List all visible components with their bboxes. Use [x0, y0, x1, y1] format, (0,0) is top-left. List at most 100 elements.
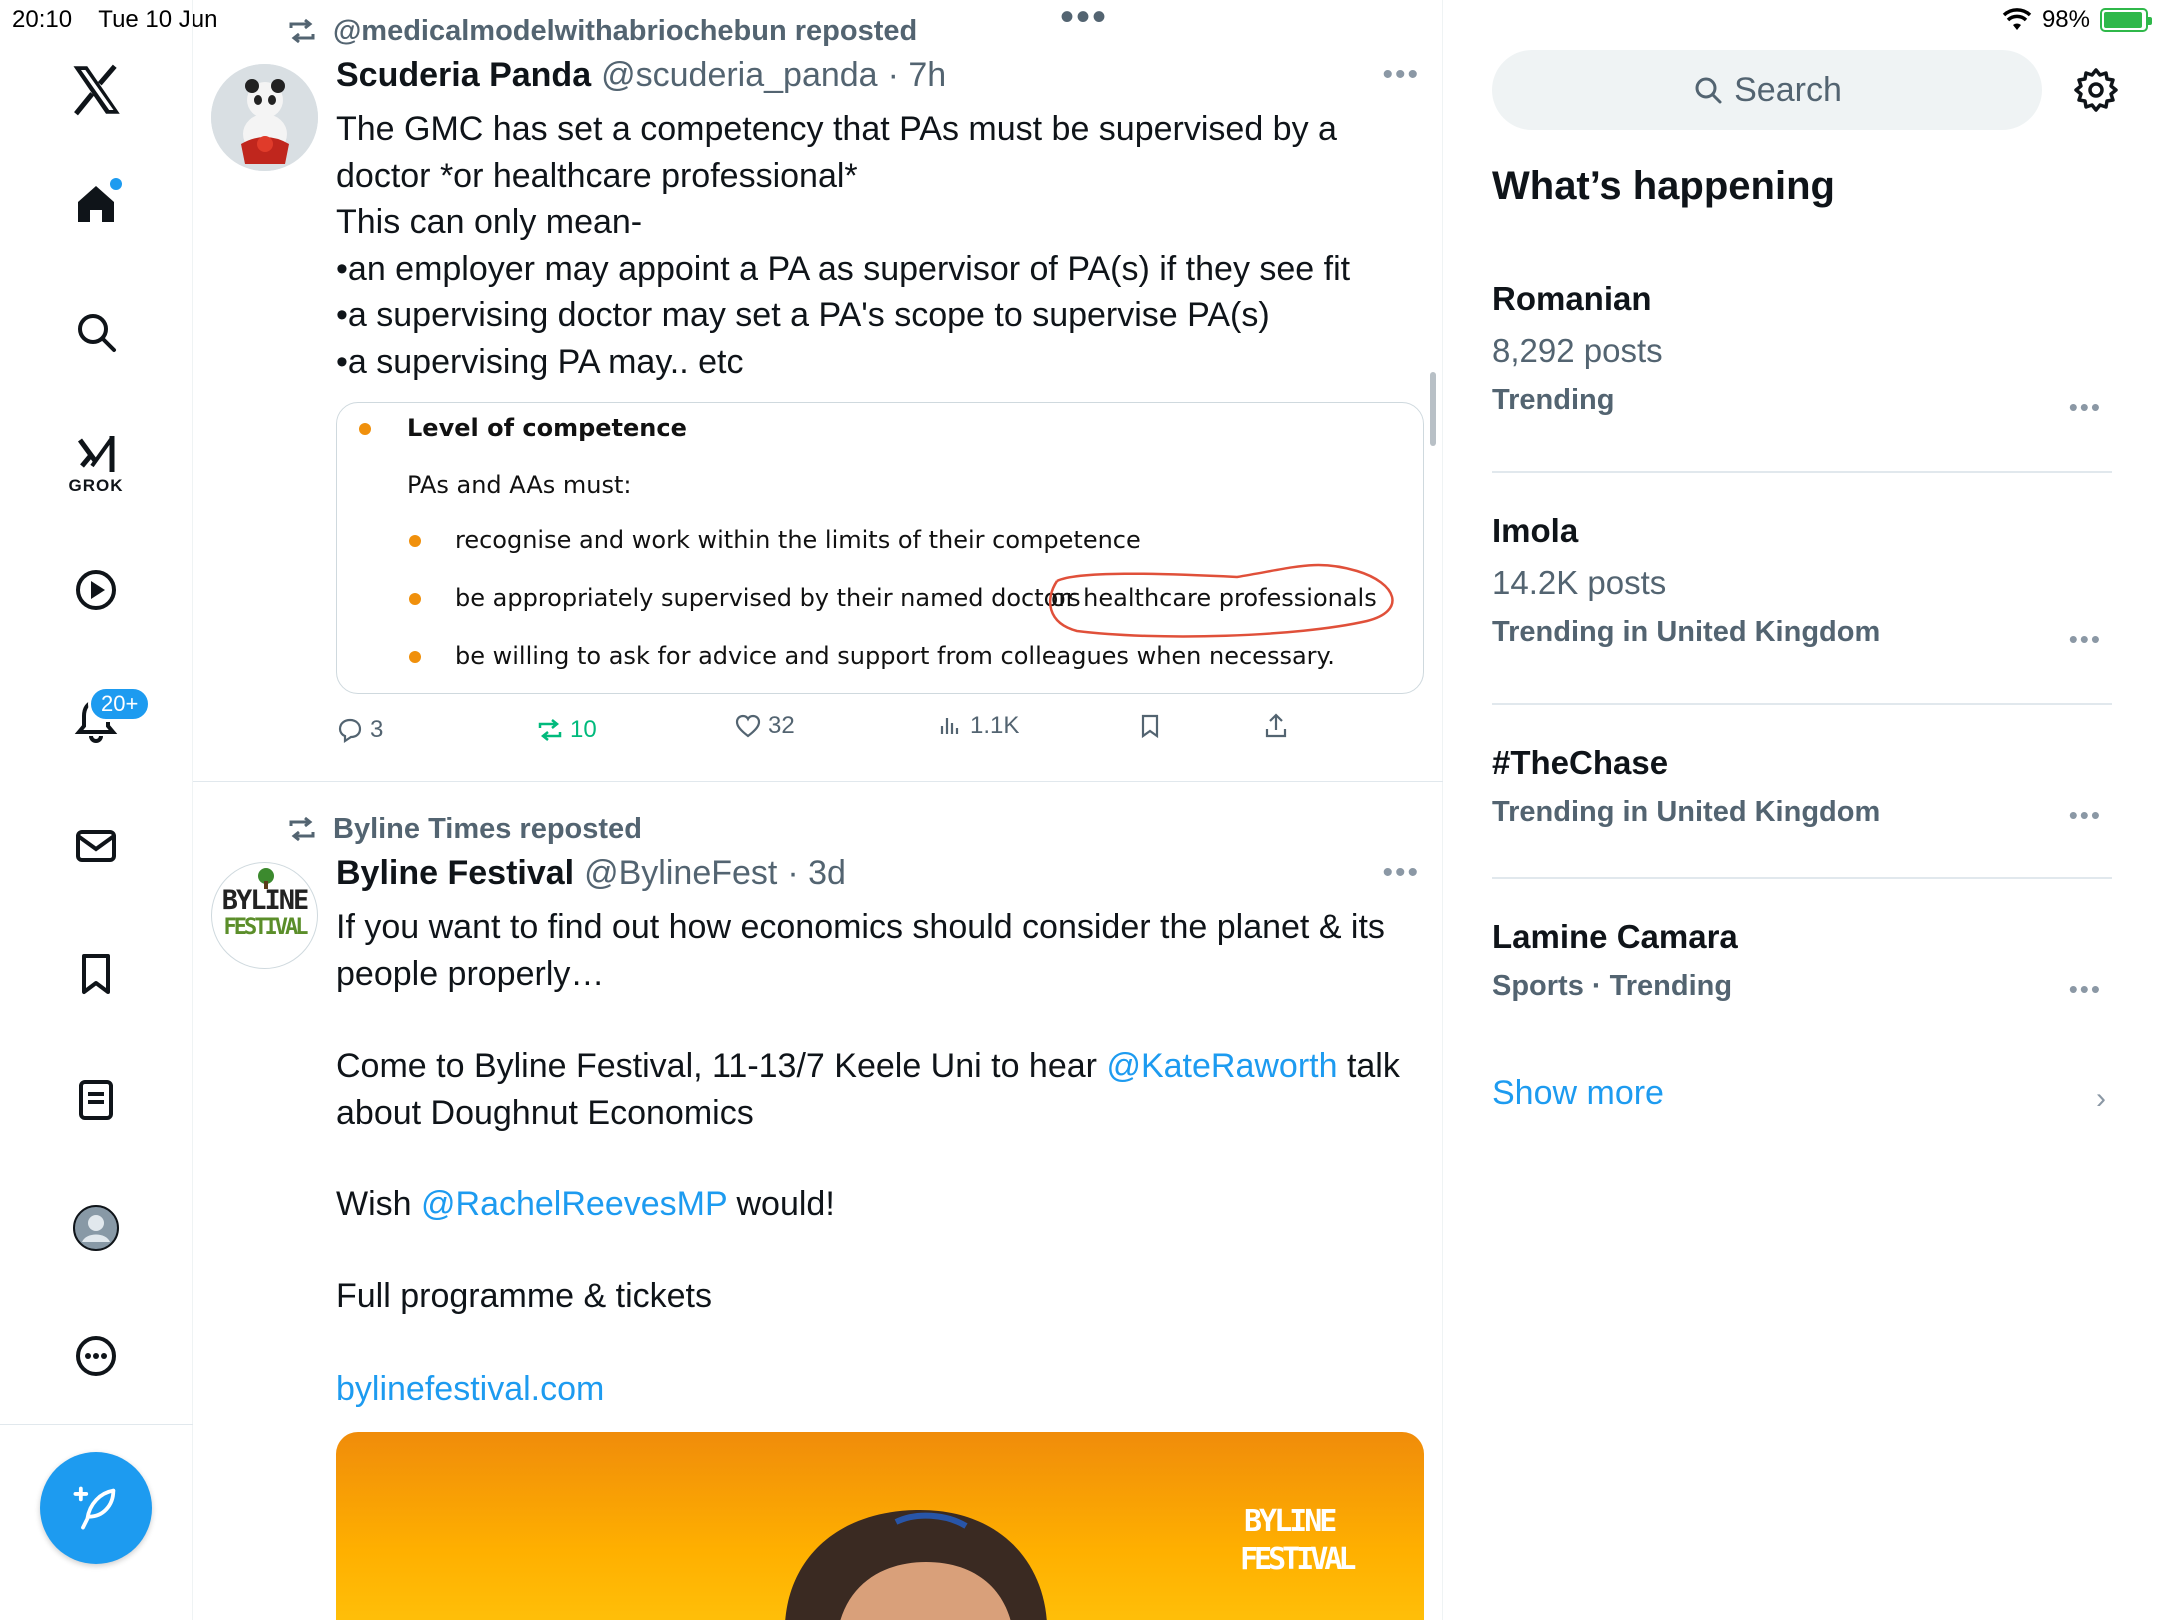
- list-icon: [79, 1080, 113, 1120]
- doc-bullet: [409, 535, 421, 547]
- trend-divider: [1492, 877, 2112, 879]
- settings-gear-icon[interactable]: [2072, 66, 2120, 114]
- search-input[interactable]: Search: [1492, 50, 2042, 130]
- chevron-right-icon[interactable]: ›: [2096, 1082, 2106, 1116]
- doc-bullet: [359, 423, 371, 435]
- trend-more-icon[interactable]: •••: [2069, 624, 2102, 655]
- red-circle-annotation: [1048, 563, 1394, 638]
- show-more-link[interactable]: Show more: [1492, 1074, 1664, 1113]
- trend-count: 14.2K posts: [1492, 564, 1667, 601]
- avatar-byline-text: BYLINE: [221, 885, 310, 916]
- trend-item[interactable]: Imola 14.2K posts Trending in United Kin…: [1492, 512, 2112, 654]
- more-circle-icon: [76, 1336, 116, 1376]
- panda-avatar-icon: [211, 64, 318, 171]
- search-placeholder: Search: [1734, 70, 1842, 109]
- repost-icon: [289, 816, 315, 842]
- nav-bookmarks[interactable]: [66, 944, 126, 1004]
- reply-count: 3: [370, 716, 384, 743]
- feather-plus-icon: [73, 1486, 116, 1530]
- grok-label: GROK: [68, 476, 124, 495]
- author-name[interactable]: Byline Festival: [336, 854, 574, 893]
- doc-intro: PAs and AAs must:: [407, 471, 632, 499]
- more-options-icon[interactable]: •••: [1382, 58, 1420, 92]
- nav-more[interactable]: [66, 1326, 126, 1386]
- image-logo-festival: FESTIVAL: [1240, 1542, 1356, 1577]
- doc-bullet: [409, 593, 421, 605]
- author-name[interactable]: Scuderia Panda: [336, 56, 591, 95]
- trend-count: 8,292 posts: [1492, 332, 1663, 369]
- tweet-header: Scuderia Panda @scuderia_panda · 7h: [336, 56, 946, 95]
- doc-bullet-text: be appropriately supervised by their nam…: [455, 584, 1081, 612]
- repost-icon: [289, 18, 315, 44]
- repost-button[interactable]: 10: [536, 716, 597, 744]
- trend-item[interactable]: Lamine Camara Sports · Trending •••: [1492, 918, 2112, 1005]
- repost-context: @medicalmodelwithabriochebun reposted: [285, 14, 917, 48]
- text-segment: Wish: [336, 1185, 421, 1223]
- grok-icon: [77, 436, 115, 472]
- sidebar-divider: [0, 1424, 193, 1425]
- compose-button[interactable]: [40, 1452, 152, 1564]
- search-icon: [78, 314, 116, 352]
- reply-button[interactable]: 3: [336, 716, 383, 744]
- trend-more-icon[interactable]: •••: [2069, 392, 2102, 423]
- repost-by-label: @medicalmodelwithabriochebun reposted: [333, 14, 918, 47]
- timeline: @medicalmodelwithabriochebun reposted Sc…: [193, 0, 1443, 1620]
- like-count: 32: [768, 712, 795, 739]
- tweet-time[interactable]: · 3d: [787, 854, 846, 893]
- speaker-photo-icon: [785, 1509, 1047, 1620]
- doc-heading: Level of competence: [407, 414, 687, 442]
- mail-icon: [76, 830, 116, 862]
- tweet-divider: [193, 781, 1443, 782]
- tweet-text-festival: Come to Byline Festival, 11-13/7 Keele U…: [336, 1043, 1406, 1136]
- bookmark-button[interactable]: [1136, 712, 1164, 740]
- trend-context: Sports · Trending: [1492, 970, 1733, 1002]
- text-segment: Come to Byline Festival, 11-13/7 Keele U…: [336, 1047, 1107, 1085]
- repost-count: 10: [570, 716, 597, 743]
- left-nav: GROK 20+: [0, 0, 193, 1620]
- mention-link[interactable]: @RachelReevesMP: [421, 1185, 727, 1223]
- bookmark-icon: [1141, 714, 1159, 739]
- section-title: What’s happening: [1492, 164, 1835, 208]
- reply-icon: [338, 718, 362, 744]
- view-count: 1.1K: [970, 712, 1020, 739]
- x-logo-icon[interactable]: [66, 60, 126, 120]
- tweet-text-intro: If you want to find out how economics sh…: [336, 908, 1385, 993]
- views-button[interactable]: 1.1K: [936, 712, 1019, 740]
- author-handle[interactable]: @scuderia_panda: [601, 56, 877, 95]
- mention-link[interactable]: @KateRaworth: [1106, 1047, 1337, 1085]
- nav-home[interactable]: [66, 174, 126, 234]
- trend-more-icon[interactable]: •••: [2069, 974, 2102, 1005]
- trend-context: Trending in United Kingdom: [1492, 616, 1881, 648]
- profile-avatar-icon: [73, 1205, 119, 1251]
- home-unread-dot: [110, 178, 122, 190]
- nav-messages[interactable]: [66, 816, 126, 876]
- doc-bullet-text: be willing to ask for advice and support…: [455, 642, 1335, 670]
- trend-item[interactable]: #TheChase Trending in United Kingdom •••: [1492, 744, 2112, 831]
- trend-name: Imola: [1492, 512, 1579, 549]
- share-button[interactable]: [1262, 712, 1290, 740]
- avatar[interactable]: BYLINE FESTIVAL: [211, 862, 318, 969]
- tweet-header: Byline Festival @BylineFest · 3d: [336, 854, 846, 893]
- repost-context: Byline Times reposted: [285, 812, 642, 846]
- trend-name: Romanian: [1492, 280, 1652, 317]
- avatar[interactable]: [211, 64, 318, 171]
- like-button[interactable]: 32: [734, 712, 795, 740]
- trend-more-icon[interactable]: •••: [2069, 800, 2102, 831]
- nav-lists[interactable]: [66, 1070, 126, 1130]
- nav-explore[interactable]: [66, 302, 126, 362]
- tweet-image[interactable]: Level of competence PAs and AAs must: re…: [336, 402, 1424, 694]
- tweet-image[interactable]: BYLINE FESTIVAL: [336, 1432, 1424, 1620]
- bookmark-icon: [82, 954, 110, 994]
- avatar-festival-text: FESTIVAL: [223, 915, 309, 940]
- trend-context: Trending in United Kingdom: [1492, 796, 1881, 828]
- author-handle[interactable]: @BylineFest: [584, 854, 777, 893]
- trend-divider: [1492, 471, 2112, 473]
- nav-video[interactable]: [66, 560, 126, 620]
- more-options-icon[interactable]: •••: [1382, 856, 1420, 890]
- tweet-url-link[interactable]: bylinefestival.com: [336, 1366, 1406, 1413]
- trend-item[interactable]: Romanian 8,292 posts Trending •••: [1492, 280, 2112, 422]
- image-logo-byline: BYLINE: [1244, 1504, 1337, 1539]
- timeline-scrollbar[interactable]: [1430, 372, 1436, 446]
- tweet-time[interactable]: · 7h: [888, 56, 947, 95]
- nav-profile[interactable]: [66, 1198, 126, 1258]
